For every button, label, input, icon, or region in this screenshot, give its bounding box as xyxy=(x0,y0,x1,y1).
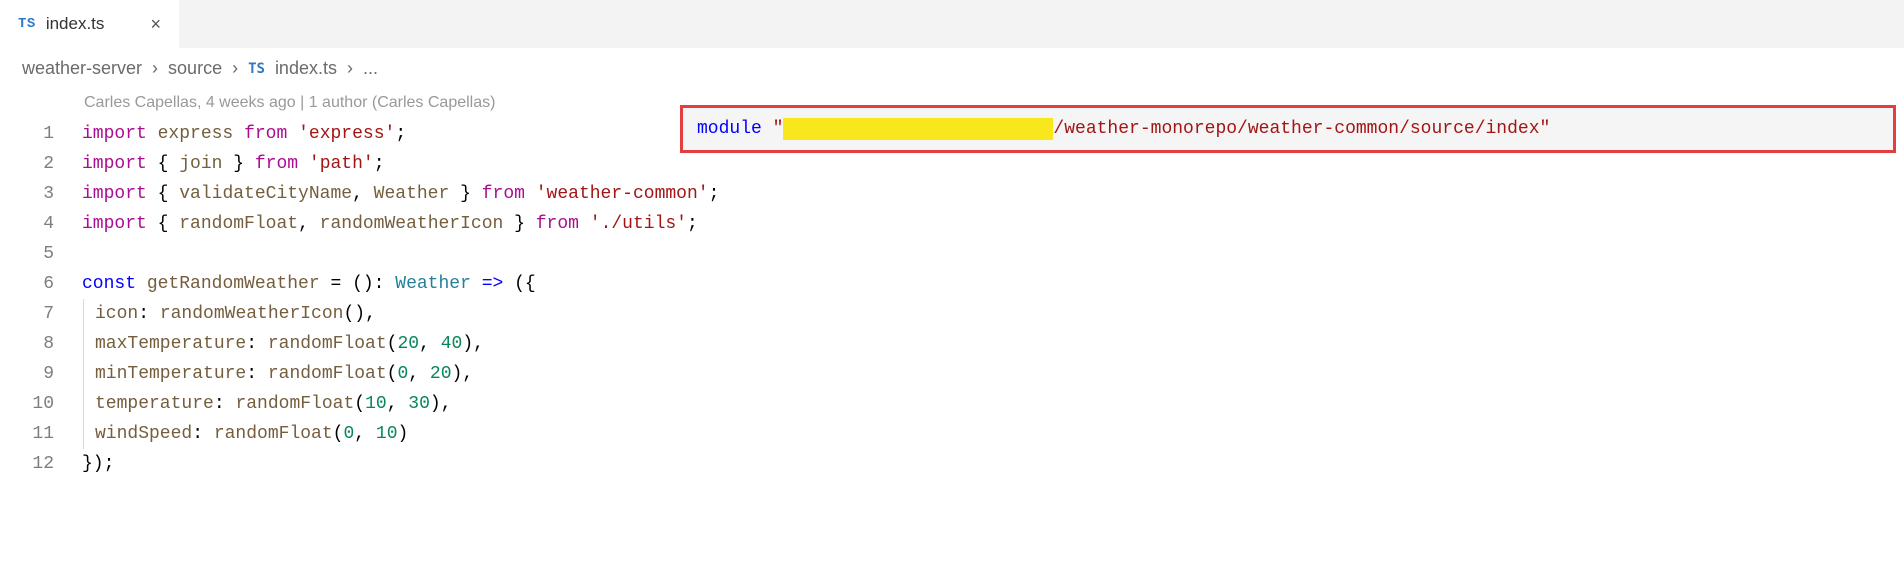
code-editor[interactable]: 1 2 3 4 5 6 7 8 9 10 11 12 Carles Capell… xyxy=(0,89,1904,479)
line-number: 12 xyxy=(0,449,54,479)
breadcrumb[interactable]: weather-server › source › TS index.ts › … xyxy=(0,48,1904,89)
line-number: 11 xyxy=(0,419,54,449)
hover-keyword: module xyxy=(697,119,762,139)
code-content[interactable]: Carles Capellas, 4 weeks ago | 1 author … xyxy=(82,93,1904,479)
hover-quote: " xyxy=(1540,119,1551,139)
chevron-right-icon: › xyxy=(232,58,238,79)
redacted-path-segment xyxy=(783,118,1053,140)
breadcrumb-segment[interactable]: index.ts xyxy=(275,58,337,79)
typescript-icon: TS xyxy=(248,61,265,77)
line-number: 10 xyxy=(0,389,54,419)
line-number: 4 xyxy=(0,209,54,239)
hover-path: /weather-monorepo/weather-common/source/… xyxy=(1053,119,1539,139)
code-line[interactable]: import { validateCityName, Weather } fro… xyxy=(82,179,1904,209)
code-line[interactable]: import { randomFloat, randomWeatherIcon … xyxy=(82,209,1904,239)
hover-quote: " xyxy=(762,119,784,139)
chevron-right-icon: › xyxy=(152,58,158,79)
code-line[interactable]: icon: randomWeatherIcon(), xyxy=(82,299,1904,329)
code-line[interactable] xyxy=(82,239,1904,269)
line-number: 8 xyxy=(0,329,54,359)
breadcrumb-segment[interactable]: weather-server xyxy=(22,58,142,79)
editor-tab[interactable]: TS index.ts × xyxy=(0,0,180,48)
line-number: 2 xyxy=(0,149,54,179)
breadcrumb-segment[interactable]: ... xyxy=(363,58,378,79)
line-number: 6 xyxy=(0,269,54,299)
line-number: 7 xyxy=(0,299,54,329)
code-line[interactable]: minTemperature: randomFloat(0, 20), xyxy=(82,359,1904,389)
code-line[interactable]: temperature: randomFloat(10, 30), xyxy=(82,389,1904,419)
line-number: 1 xyxy=(0,119,54,149)
code-line[interactable]: windSpeed: randomFloat(0, 10) xyxy=(82,419,1904,449)
line-number-gutter: 1 2 3 4 5 6 7 8 9 10 11 12 xyxy=(0,93,82,479)
code-line[interactable]: }); xyxy=(82,449,1904,479)
line-number: 5 xyxy=(0,239,54,269)
close-icon[interactable]: × xyxy=(144,14,167,35)
code-line[interactable]: const getRandomWeather = (): Weather => … xyxy=(82,269,1904,299)
line-number: 3 xyxy=(0,179,54,209)
line-number: 9 xyxy=(0,359,54,389)
hover-tooltip: module "/weather-monorepo/weather-common… xyxy=(680,105,1896,153)
tab-label: index.ts xyxy=(46,14,105,34)
code-line[interactable]: import { join } from 'path'; xyxy=(82,149,1904,179)
chevron-right-icon: › xyxy=(347,58,353,79)
tab-bar: TS index.ts × xyxy=(0,0,1904,48)
typescript-icon: TS xyxy=(18,16,36,32)
breadcrumb-segment[interactable]: source xyxy=(168,58,222,79)
code-line[interactable]: maxTemperature: randomFloat(20, 40), xyxy=(82,329,1904,359)
